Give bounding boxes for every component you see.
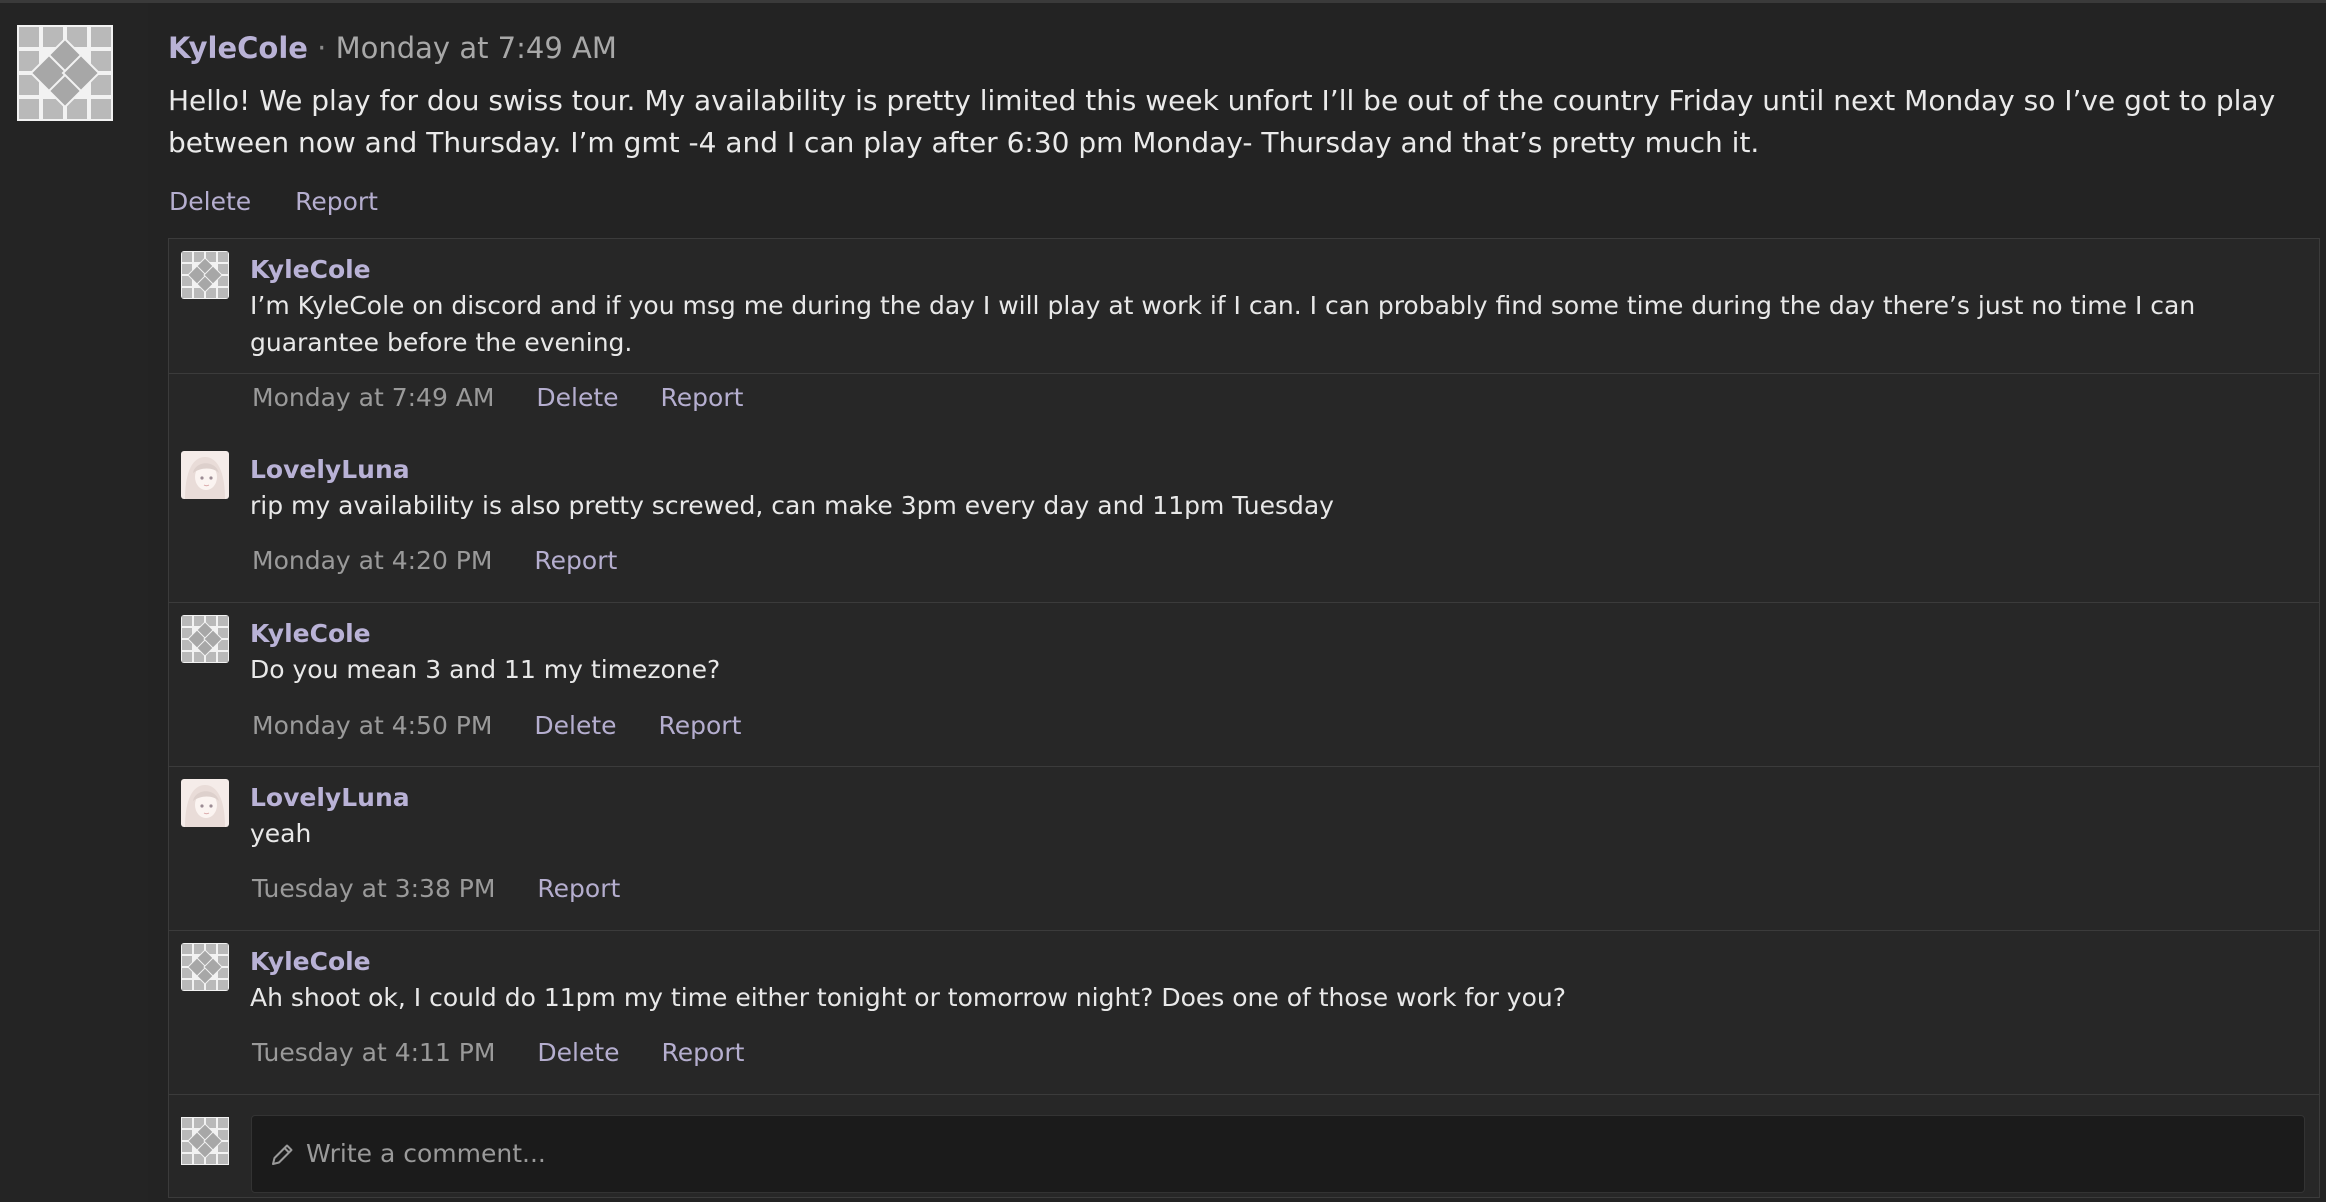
delete-button[interactable]: Delete	[537, 1038, 619, 1067]
comment-text: Do you mean 3 and 11 my timezone?	[250, 655, 721, 684]
avatar[interactable]	[181, 779, 229, 827]
comment: LovelyLuna yeah Tuesday at 3:38 PM Repor…	[169, 767, 2319, 931]
report-button[interactable]: Report	[662, 1038, 745, 1067]
comment-meta: Monday at 4:50 PM Delete Report	[252, 709, 775, 743]
report-button[interactable]: Report	[537, 874, 620, 903]
tiled-diamond-avatar-icon	[181, 615, 229, 663]
comment-timestamp[interactable]: Tuesday at 3:38 PM	[252, 874, 495, 903]
comment-text: rip my availability is also pretty screw…	[250, 491, 1334, 520]
report-button[interactable]: Report	[295, 187, 378, 216]
comment-meta: Monday at 7:49 AM Delete Report	[252, 381, 777, 415]
avatar[interactable]	[181, 943, 229, 991]
post-timestamp[interactable]: Monday at 7:49 AM	[336, 31, 617, 65]
comment-timestamp[interactable]: Tuesday at 4:11 PM	[252, 1038, 495, 1067]
comment-meta: Tuesday at 3:38 PM Report	[252, 872, 654, 906]
avatar[interactable]	[17, 25, 113, 121]
delete-button[interactable]: Delete	[169, 187, 251, 216]
post-author[interactable]: KyleCole	[168, 31, 308, 65]
comment-input-placeholder: Write a comment...	[306, 1139, 546, 1168]
comment-author[interactable]: KyleCole	[250, 253, 371, 287]
comment-text: Ah shoot ok, I could do 11pm my time eit…	[250, 983, 1567, 1012]
tiled-diamond-avatar-icon	[17, 25, 113, 121]
avatar[interactable]	[181, 451, 229, 499]
comment-author[interactable]: KyleCole	[250, 617, 371, 651]
report-button[interactable]: Report	[534, 546, 617, 575]
comment-timestamp[interactable]: Monday at 4:20 PM	[252, 546, 492, 575]
avatar[interactable]	[181, 615, 229, 663]
comment-meta: Monday at 4:20 PM Report	[252, 544, 651, 578]
comment-thread: KyleCole I’m KyleCole on discord and if …	[168, 238, 2320, 1198]
avatar[interactable]	[181, 251, 229, 299]
comment: KyleCole Ah shoot ok, I could do 11pm my…	[169, 931, 2319, 1095]
comment-author[interactable]: KyleCole	[250, 945, 371, 979]
pencil-icon	[272, 1144, 293, 1165]
comment-text: I’m KyleCole on discord and if you msg m…	[250, 291, 2196, 357]
header-separator: ·	[317, 31, 327, 65]
anime-portrait-avatar-icon	[181, 451, 229, 499]
post-header: KyleCole · Monday at 7:49 AM	[168, 28, 617, 68]
comment-input[interactable]: Write a comment...	[251, 1115, 2305, 1193]
comment-text: yeah	[250, 819, 312, 848]
anime-portrait-avatar-icon	[181, 779, 229, 827]
comment: KyleCole I’m KyleCole on discord and if …	[169, 239, 2319, 412]
tiled-diamond-avatar-icon	[181, 251, 229, 299]
report-button[interactable]: Report	[659, 711, 742, 740]
tiled-diamond-avatar-icon	[181, 943, 229, 991]
comment-composer: Write a comment...	[169, 1105, 2319, 1197]
post-actions: Delete Report	[169, 184, 414, 220]
comment-author[interactable]: LovelyLuna	[250, 781, 410, 815]
comment-author[interactable]: LovelyLuna	[250, 453, 410, 487]
comment-timestamp[interactable]: Monday at 7:49 AM	[252, 383, 494, 412]
tiled-diamond-avatar-icon	[181, 1117, 229, 1165]
left-gutter	[0, 3, 148, 1202]
comment: LovelyLuna rip my availability is also p…	[169, 439, 2319, 603]
delete-button[interactable]: Delete	[536, 383, 618, 412]
report-button[interactable]: Report	[661, 383, 744, 412]
avatar	[181, 1117, 229, 1165]
comment: KyleCole Do you mean 3 and 11 my timezon…	[169, 603, 2319, 767]
comment-meta: Tuesday at 4:11 PM Delete Report	[252, 1036, 778, 1070]
post-body: Hello! We play for dou swiss tour. My av…	[168, 84, 2276, 159]
comment-timestamp[interactable]: Monday at 4:50 PM	[252, 711, 492, 740]
delete-button[interactable]: Delete	[534, 711, 616, 740]
